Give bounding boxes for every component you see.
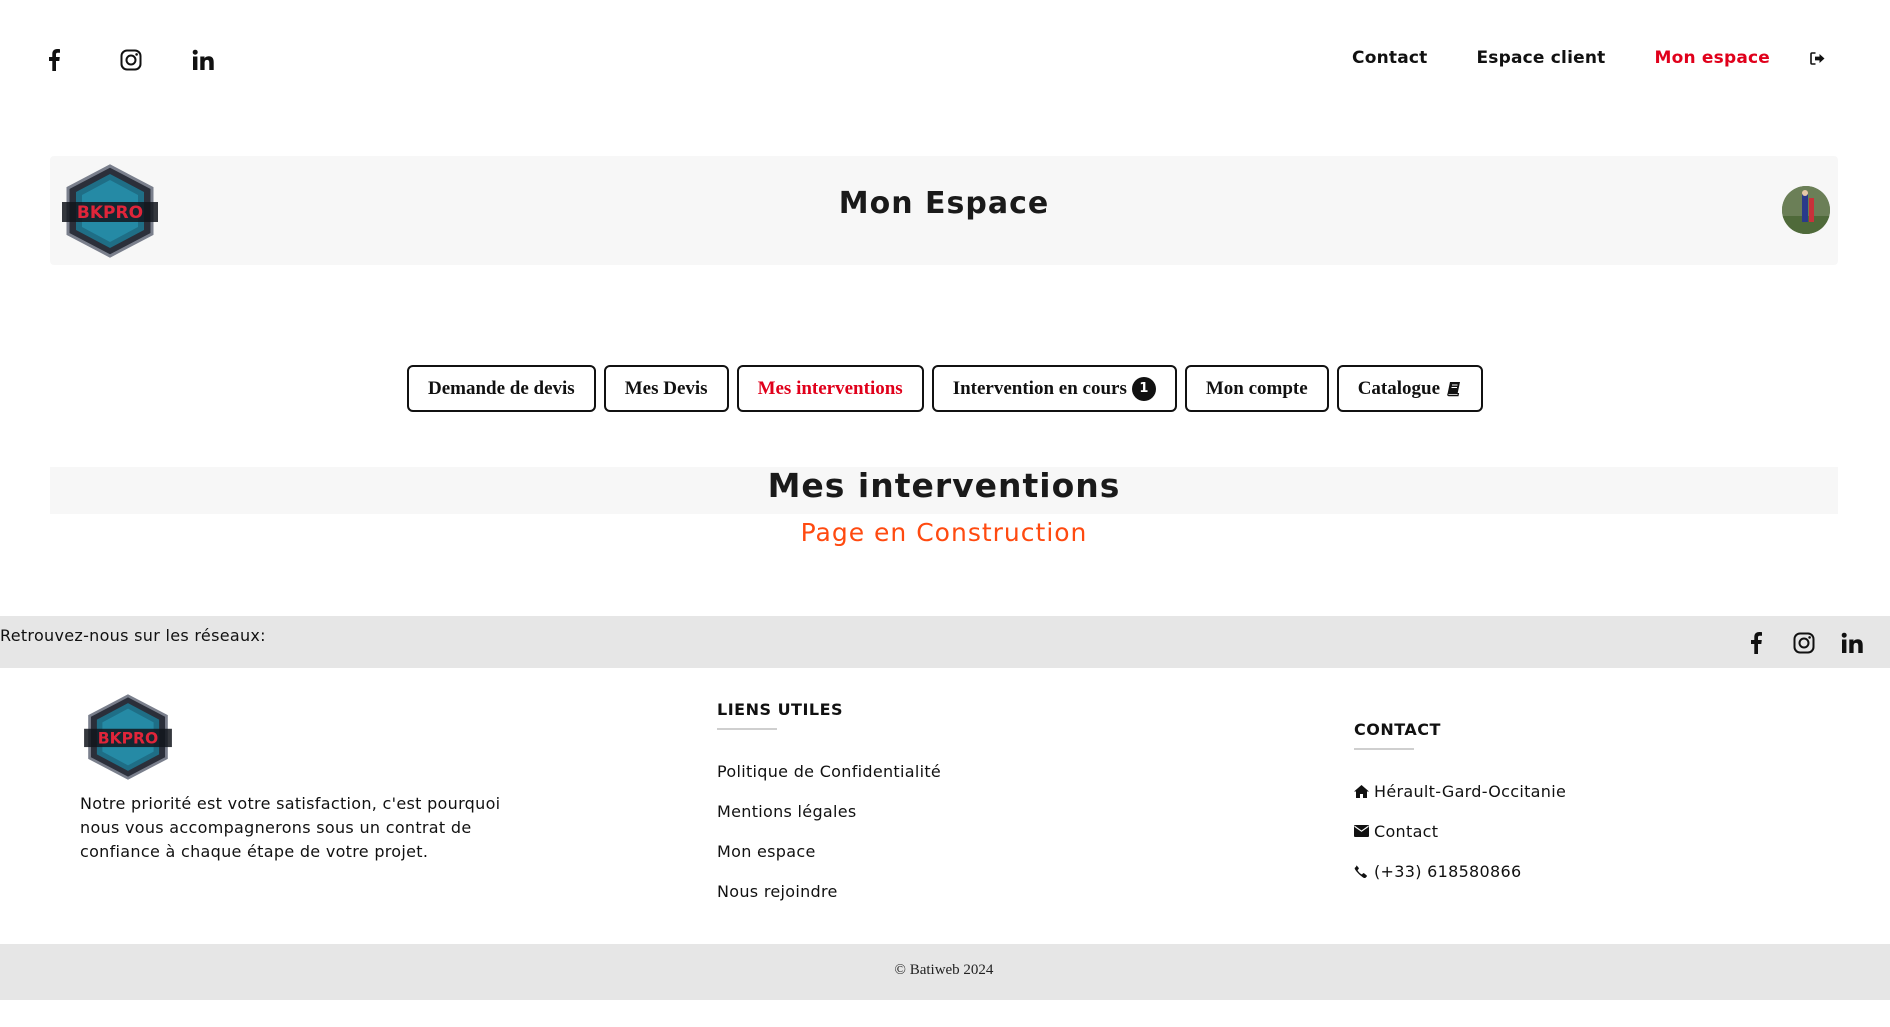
bkpro-logo[interactable]: BKPRO [82,694,174,780]
count-badge: 1 [1131,376,1156,401]
contact-region-text: Hérault-Gard-Occitanie [1374,781,1567,801]
nav-client-space-link[interactable]: Espace client [1476,48,1605,68]
contact-region: Hérault-Gard-Occitanie [1354,771,1566,811]
phone-icon [1354,864,1374,878]
follow-social-links [1732,630,1876,656]
contact-email[interactable]: Contact [1354,811,1566,851]
links-heading: LIENS UTILES [717,700,844,719]
useful-links-list: Politique de Confidentialité Mentions lé… [717,751,941,911]
section-subtitle: Page en Construction [800,518,1088,547]
tab-my-account[interactable]: Mon compte [1184,365,1329,412]
logo-lettering: BKPRO [98,729,158,747]
tab-catalogue[interactable]: Catalogue [1336,365,1484,412]
space-tabs: Demande de devis Mes Devis Mes intervent… [0,365,1890,412]
facebook-icon[interactable] [1732,630,1780,656]
tab-my-interventions[interactable]: Mes interventions [736,365,924,412]
footer-description: Notre priorité est votre satisfaction, c… [80,794,501,861]
sign-out-icon[interactable] [1810,49,1828,67]
footer: BKPRO Notre priorité est votre satisfact… [0,668,1890,944]
contact-phone-text: (+33) 618580866 [1374,861,1522,881]
tab-quote-request[interactable]: Demande de devis [406,365,596,412]
links-heading-underline [717,728,777,730]
nav-my-space-link[interactable]: Mon espace [1654,48,1770,68]
link-privacy-policy[interactable]: Politique de Confidentialité [717,751,941,791]
tab-label: Mes interventions [757,377,903,399]
link-my-space[interactable]: Mon espace [717,831,941,871]
copyright-text: © Batiweb 2024 [894,962,994,978]
section-title: Mes interventions [767,466,1121,505]
nav-contact-link[interactable]: Contact [1352,48,1427,68]
top-nav: Contact Espace client Mon espace [1303,48,1828,68]
header-panel: BKPRO Mon Espace [50,156,1838,265]
top-bar: Contact Espace client Mon espace [0,0,1890,120]
page-title: Mon Espace [838,186,1050,221]
facebook-icon[interactable] [40,44,112,76]
tab-label: Demande de devis [427,377,575,399]
contact-heading-underline [1354,748,1414,750]
envelope-icon [1354,825,1374,837]
link-join-us[interactable]: Nous rejoindre [717,871,941,911]
tab-label: Intervention en cours [952,377,1127,399]
tab-label: Catalogue [1357,377,1441,399]
follow-us-text: Retrouvez-nous sur les réseaux: [0,626,266,645]
tab-label: Mon compte [1205,377,1308,399]
follow-us-bar: Retrouvez-nous sur les réseaux: [0,616,1890,668]
contact-phone[interactable]: (+33) 618580866 [1354,851,1566,891]
home-icon [1354,784,1374,798]
instagram-icon[interactable] [112,44,184,76]
instagram-icon[interactable] [1780,630,1828,656]
book-icon [1446,381,1462,397]
link-legal-notice[interactable]: Mentions légales [717,791,941,831]
linkedin-icon[interactable] [1828,630,1876,656]
tab-my-quotes[interactable]: Mes Devis [603,365,729,412]
contact-list: Hérault-Gard-Occitanie Contact (+33) 618… [1354,771,1566,891]
tab-label: Mes Devis [624,377,708,399]
top-social-links [40,44,256,76]
user-avatar[interactable] [1782,186,1830,234]
tab-current-intervention[interactable]: Intervention en cours 1 [931,365,1177,412]
contact-heading: CONTACT [1354,720,1441,739]
linkedin-icon[interactable] [184,44,256,76]
contact-email-text: Contact [1374,821,1439,841]
copyright-bar: © Batiweb 2024 [0,944,1890,1000]
